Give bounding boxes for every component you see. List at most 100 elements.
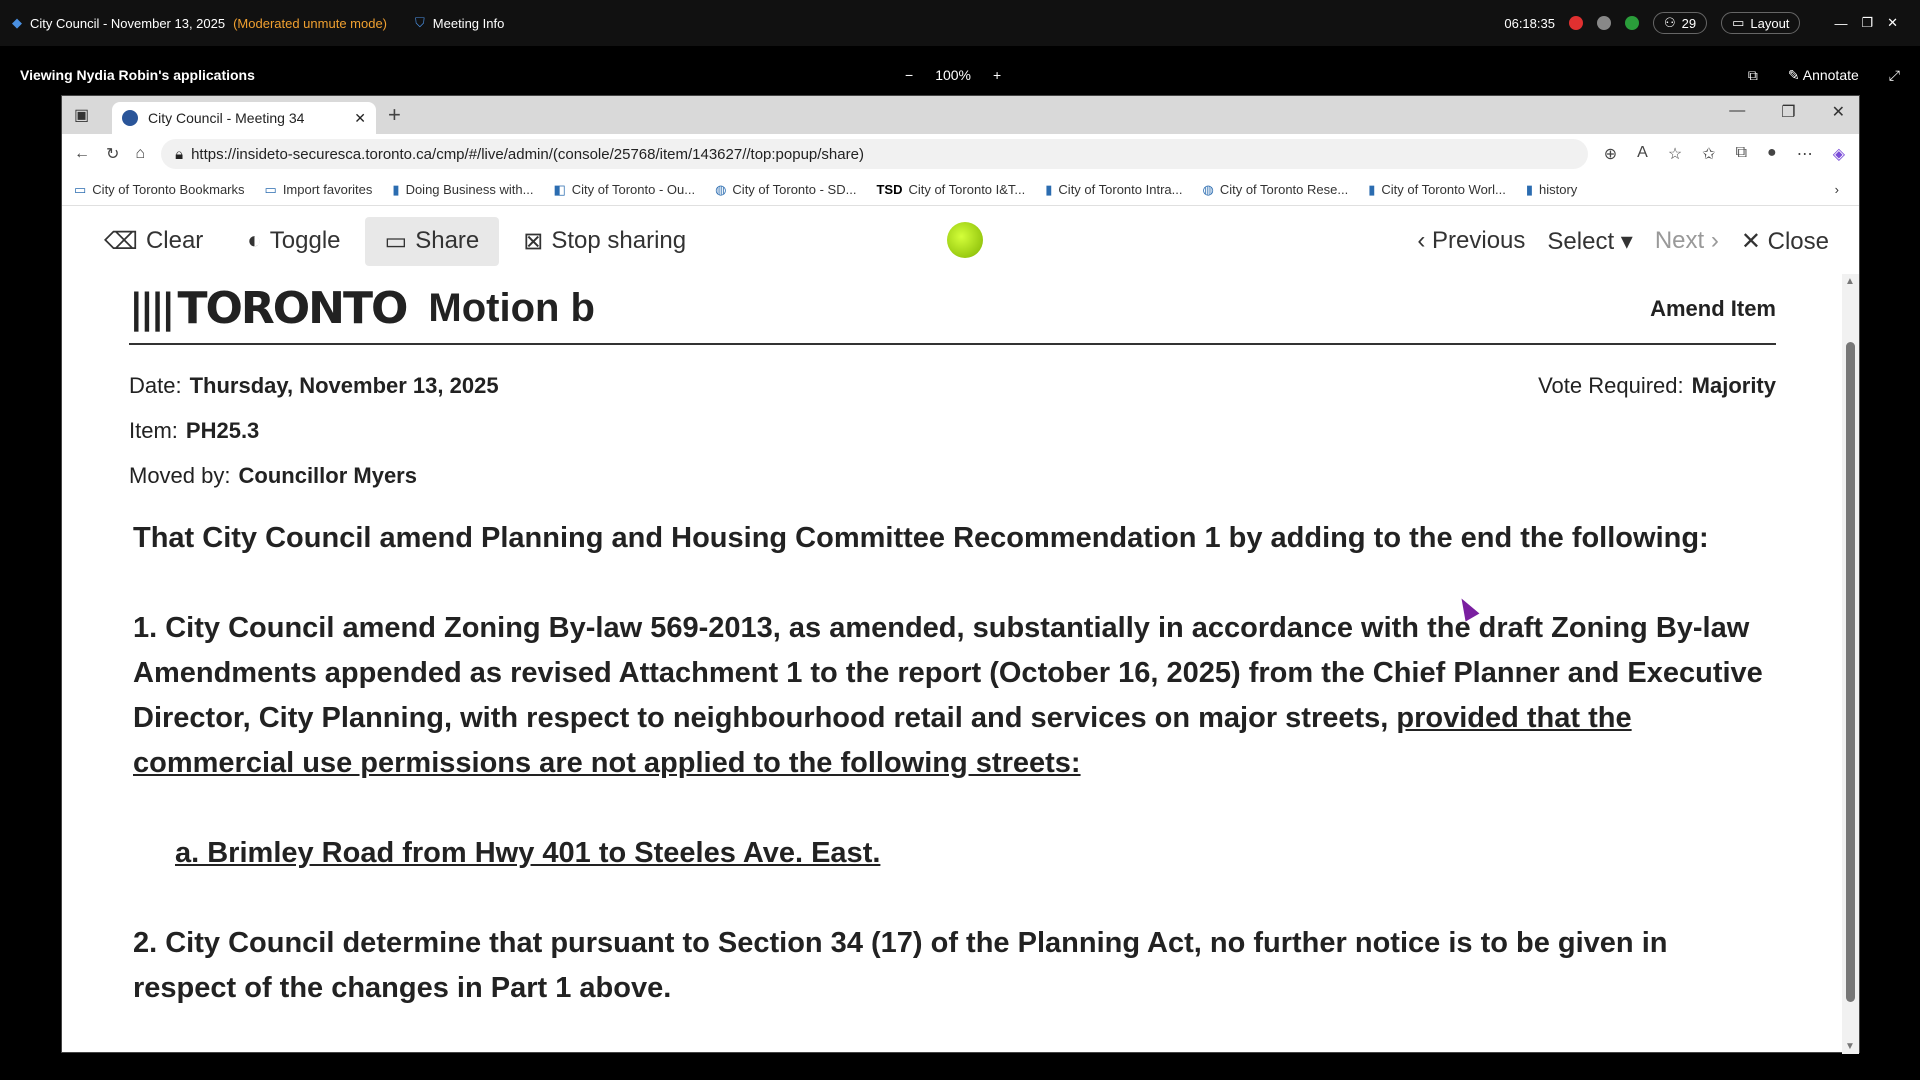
tab-actions-icon[interactable]: ▣ <box>74 105 89 125</box>
bookmark-item[interactable]: ▮ Doing Business with... <box>392 182 533 198</box>
next-button[interactable]: Next › <box>1655 227 1719 256</box>
toronto-logo: |||| TORONTO <box>129 283 408 334</box>
moved-by-label: Moved by: <box>129 463 231 488</box>
favorites-icon[interactable]: ✩ <box>1702 144 1715 164</box>
motion-title: Motion b <box>428 286 595 330</box>
read-aloud-icon[interactable]: A <box>1637 144 1648 164</box>
pop-out-icon[interactable]: ⧉ <box>1748 67 1758 84</box>
profile-avatar[interactable]: ● <box>1767 144 1777 164</box>
record-icon <box>1568 16 1583 30</box>
motion-body: That City Council amend Planning and Hou… <box>129 516 1776 1011</box>
participants-button[interactable]: ⚇ 29 <box>1652 12 1708 34</box>
bookmark-label: history <box>1539 182 1578 197</box>
bookmark-item[interactable]: TSD City of Toronto I&T... <box>876 182 1025 197</box>
zoom-in-button[interactable]: + <box>993 67 1001 83</box>
select-dropdown[interactable]: Select ▾ <box>1547 227 1632 256</box>
bookmark-item[interactable]: ◍ City of Toronto Rese... <box>1202 182 1348 198</box>
scroll-down-icon[interactable]: ▼ <box>1845 1041 1855 1052</box>
live-status-indicator <box>947 222 983 258</box>
tab-city-council[interactable]: City Council - Meeting 34 ✕ <box>112 102 376 134</box>
refresh-icon[interactable]: ↻ <box>106 144 119 164</box>
viewing-label: Viewing Nydia Robin's applications <box>20 67 255 83</box>
logo-text: TORONTO <box>177 283 408 334</box>
share-viewing-bar: Viewing Nydia Robin's applications − 100… <box>0 60 1920 90</box>
stop-share-icon: ⊠ <box>523 227 544 255</box>
chart-icon: ▮ <box>392 181 400 197</box>
zoom-icon[interactable]: ⊕ <box>1604 144 1617 164</box>
close-label: Close <box>1767 227 1829 255</box>
status-icon <box>1596 16 1611 30</box>
vertical-scrollbar[interactable]: ▲ ▼ <box>1842 274 1859 1054</box>
bookmark-item[interactable]: ◍ City of Toronto - SD... <box>715 182 856 198</box>
bookmark-item[interactable]: ▭ City of Toronto Bookmarks <box>74 182 245 198</box>
close-tab-icon[interactable]: ✕ <box>354 110 366 127</box>
favicon-icon <box>122 110 138 126</box>
chevron-left-icon: ‹ <box>1417 226 1433 254</box>
meeting-title: City Council - November 13, 2025 <box>30 15 226 31</box>
bookmark-label: Doing Business with... <box>405 182 534 197</box>
tab-title: City Council - Meeting 34 <box>148 110 305 126</box>
vote-label: Vote Required: <box>1538 373 1684 398</box>
motion-document: |||| TORONTO Motion b Amend Item Date: Thu… <box>62 274 1844 1054</box>
chart-icon: ▮ <box>1525 181 1534 197</box>
annotate-label: Annotate <box>1802 66 1859 83</box>
eraser-icon: ⌫ <box>104 227 138 255</box>
new-tab-button[interactable]: + <box>388 102 401 128</box>
fullscreen-icon[interactable]: ⤢ <box>1889 67 1900 84</box>
teams-top-bar: ◆ City Council - November 13, 2025 (Mode… <box>0 0 1920 46</box>
restore-window-button[interactable]: ❐ <box>1861 15 1873 31</box>
close-window-button[interactable]: ✕ <box>1887 15 1898 31</box>
zoom-out-button[interactable]: − <box>905 67 913 83</box>
stop-sharing-label: Stop sharing <box>551 227 687 254</box>
scroll-thumb[interactable] <box>1846 342 1855 1002</box>
collections-icon[interactable]: ⧉ <box>1736 144 1747 164</box>
annotate-button[interactable]: ✎ Annotate <box>1788 67 1859 84</box>
stop-sharing-button[interactable]: ⊠ Stop sharing <box>503 217 706 266</box>
browser-restore-button[interactable]: ❐ <box>1781 102 1795 122</box>
meeting-mode: (Moderated unmute mode) <box>233 15 388 31</box>
tab-strip: ▣ City Council - Meeting 34 ✕ + — ❐ ✕ <box>62 96 1859 134</box>
address-bar: ← ↻ ⌂ 🔒︎ https://insideto-securesca.toro… <box>62 134 1859 174</box>
bookmarks-overflow-icon[interactable]: › <box>1835 182 1839 197</box>
document-header: |||| TORONTO Motion b Amend Item <box>129 274 1776 345</box>
favorite-star-icon[interactable]: ☆ <box>1668 144 1682 164</box>
teams-logo-icon: ◆ <box>12 15 22 30</box>
browser-minimize-button[interactable]: — <box>1729 102 1745 122</box>
layout-button[interactable]: ▭ Layout <box>1721 12 1801 34</box>
folder-icon: ▭ <box>264 181 277 197</box>
bookmark-item[interactable]: ▮ City of Toronto Intra... <box>1045 182 1182 198</box>
close-icon: ✕ <box>1740 227 1768 255</box>
bookmark-label: City of Toronto Worl... <box>1381 182 1506 197</box>
bookmark-item[interactable]: ▮ history <box>1526 182 1577 198</box>
copilot-icon[interactable]: ◈ <box>1833 144 1845 164</box>
toronto-logo-icon: |||| <box>129 285 175 332</box>
previous-button[interactable]: ‹ Previous <box>1417 227 1525 256</box>
item-label: Item: <box>129 418 178 443</box>
bookmark-item[interactable]: ▭ Import favorites <box>265 182 373 198</box>
bookmark-item[interactable]: ▮ City of Toronto Worl... <box>1368 182 1506 198</box>
close-button[interactable]: ✕ Close <box>1741 227 1829 256</box>
share-button[interactable]: ▭ Share <box>364 216 500 266</box>
more-menu-icon[interactable]: ⋯ <box>1797 144 1813 164</box>
motion-metadata: Date: Thursday, November 13, 2025 Vote Re… <box>129 363 1776 498</box>
url-field[interactable]: 🔒︎ https://insideto-securesca.toronto.ca… <box>161 139 1588 169</box>
bookmarks-bar: ▭ City of Toronto Bookmarks ▭ Import favor… <box>62 174 1859 206</box>
layout-icon: ▭ <box>1732 15 1745 30</box>
motion-intro: That City Council amend Planning and Hou… <box>133 522 1709 554</box>
meeting-info-button[interactable]: Meeting Info <box>433 16 505 31</box>
motion-part-1a: a. Brimley Road from Hwy 401 to Steeles … <box>175 837 881 869</box>
browser-close-button[interactable]: ✕ <box>1832 102 1845 122</box>
back-icon[interactable]: ← <box>74 145 90 163</box>
minimize-window-button[interactable]: — <box>1834 16 1847 31</box>
toggle-button[interactable]: ◐ Toggle <box>227 217 360 266</box>
clear-button[interactable]: ⌫ Clear <box>84 217 223 266</box>
participants-count: 29 <box>1681 15 1697 31</box>
bookmark-item[interactable]: ◧ City of Toronto - Ou... <box>553 182 695 198</box>
url-text: https://insideto-securesca.toronto.ca/cm… <box>191 145 864 163</box>
scroll-up-icon[interactable]: ▲ <box>1845 276 1855 287</box>
bookmark-label: City of Toronto - Ou... <box>571 182 696 197</box>
layout-label: Layout <box>1750 15 1790 31</box>
motion-part-1: 1. City Council amend Zoning By-law 569-… <box>133 606 1776 786</box>
bookmark-label: City of Toronto I&T... <box>908 182 1026 197</box>
home-icon[interactable]: ⌂ <box>135 145 145 163</box>
